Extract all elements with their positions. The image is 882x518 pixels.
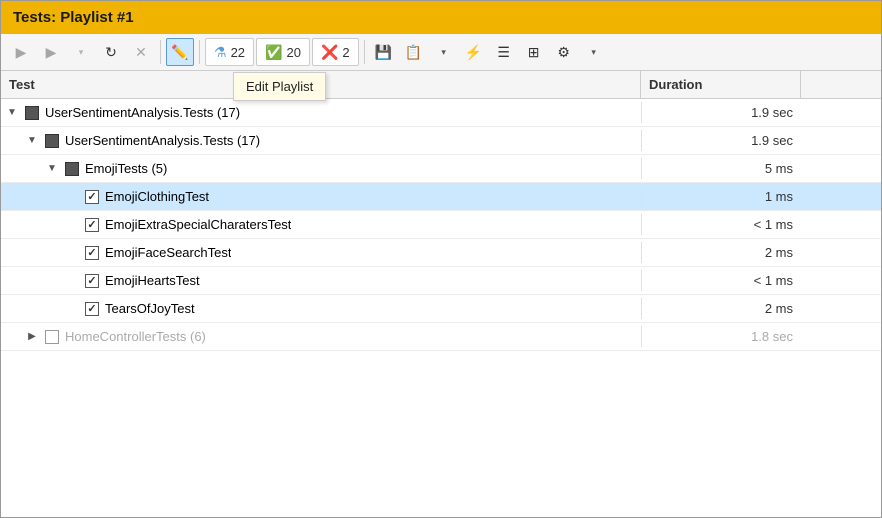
test-list[interactable]: ▼ UserSentimentAnalysis.Tests (17) 1.9 sec…	[1, 99, 881, 517]
duration-cell: 2 ms	[641, 298, 801, 319]
separator-2	[199, 40, 200, 64]
test-label: EmojiFaceSearchTest	[105, 245, 231, 260]
separator-1	[160, 40, 161, 64]
play-all-button[interactable]: ▶	[7, 38, 35, 66]
test-checkbox[interactable]: ✓	[85, 274, 99, 288]
duration-cell: 5 ms	[641, 158, 801, 179]
duration-cell: < 1 ms	[641, 270, 801, 291]
test-label: EmojiClothingTest	[105, 189, 209, 204]
list-button[interactable]: ☰	[490, 38, 518, 66]
chevron-down-icon: ▾	[79, 47, 84, 58]
play-button[interactable]: ▶	[37, 38, 65, 66]
rerun-button[interactable]: ↻	[97, 38, 125, 66]
stop-icon: ✕	[135, 44, 147, 61]
play-dropdown-button[interactable]: ▾	[67, 38, 95, 66]
test-cell: ✓ EmojiHeartsTest	[1, 270, 641, 291]
settings-dropdown-button[interactable]: ▾	[580, 38, 608, 66]
test-cell: ▼ EmojiTests (5)	[1, 158, 641, 179]
test-label: UserSentimentAnalysis.Tests (17)	[65, 133, 260, 148]
total-count: 22	[231, 45, 245, 60]
duration-cell: 1.9 sec	[641, 130, 801, 151]
duration-cell: 1.8 sec	[641, 326, 801, 347]
test-checkbox[interactable]: ✓	[85, 218, 99, 232]
test-checkbox[interactable]	[45, 134, 59, 148]
expand-icon[interactable]: ▶	[25, 330, 39, 344]
save-button[interactable]: 💾	[370, 38, 398, 66]
pencil-icon: ✏️	[171, 44, 188, 61]
table-row[interactable]: ✓ EmojiClothingTest 1 ms	[1, 183, 881, 211]
expand-icon[interactable]: ▼	[45, 162, 59, 176]
columns-icon: ⊞	[528, 44, 540, 61]
copy-dropdown-button[interactable]: ▾	[430, 38, 458, 66]
test-label: HomeControllerTests (6)	[65, 329, 206, 344]
copy-button[interactable]: 📋	[400, 38, 428, 66]
toolbar: ▶ ▶ ▾ ↻ ✕ ✏️ ⚗ 22 ✅ 20 ❌ 2	[1, 34, 881, 71]
duration-cell: 2 ms	[641, 242, 801, 263]
rerun-icon: ↻	[105, 44, 117, 61]
test-cell: ▶ HomeControllerTests (6)	[1, 326, 641, 347]
table-row[interactable]: ✓ EmojiHeartsTest < 1 ms	[1, 267, 881, 295]
save-icon: 💾	[375, 44, 392, 61]
flask-icon: ⚗	[214, 44, 227, 61]
test-label: EmojiHeartsTest	[105, 273, 200, 288]
settings-button[interactable]: ⚙	[550, 38, 578, 66]
gear-icon: ⚙	[557, 44, 570, 61]
test-cell: ▼ UserSentimentAnalysis.Tests (17)	[1, 130, 641, 151]
table-row[interactable]: ▼ UserSentimentAnalysis.Tests (17) 1.9 sec	[1, 127, 881, 155]
total-tests-button[interactable]: ⚗ 22	[205, 38, 254, 66]
test-explorer-content: Test Duration ▼ UserSentimentAnalysis.Tes…	[1, 71, 881, 517]
test-cell: ▼ UserSentimentAnalysis.Tests (17)	[1, 102, 641, 123]
columns-button[interactable]: ⊞	[520, 38, 548, 66]
test-checkbox[interactable]	[65, 162, 79, 176]
passed-tests-button[interactable]: ✅ 20	[256, 38, 310, 66]
duration-cell: < 1 ms	[641, 214, 801, 235]
table-header: Test Duration	[1, 71, 881, 99]
test-cell: ✓ EmojiExtraSpecialCharatersTest	[1, 214, 641, 235]
test-label: EmojiTests (5)	[85, 161, 167, 176]
title-bar: Tests: Playlist #1	[1, 1, 881, 34]
debug-button[interactable]: ⚡	[460, 38, 488, 66]
table-row[interactable]: ▶ HomeControllerTests (6) 1.8 sec	[1, 323, 881, 351]
duration-cell: 1 ms	[641, 186, 801, 207]
play-all-icon: ▶	[16, 44, 27, 61]
expand-icon[interactable]: ▼	[25, 134, 39, 148]
test-checkbox[interactable]: ✓	[85, 302, 99, 316]
check-circle-icon: ✅	[265, 44, 282, 61]
test-label: TearsOfJoyTest	[105, 301, 195, 316]
x-circle-icon: ❌	[321, 44, 338, 61]
debug-icon: ⚡	[465, 44, 482, 61]
test-checkbox[interactable]	[25, 106, 39, 120]
table-row[interactable]: ✓ EmojiExtraSpecialCharatersTest < 1 ms	[1, 211, 881, 239]
stop-button[interactable]: ✕	[127, 38, 155, 66]
edit-playlist-button[interactable]: ✏️	[166, 38, 194, 66]
table-row[interactable]: ▼ EmojiTests (5) 5 ms	[1, 155, 881, 183]
test-checkbox[interactable]: ✓	[85, 190, 99, 204]
main-window: Tests: Playlist #1 ▶ ▶ ▾ ↻ ✕ ✏️ ⚗ 22	[0, 0, 882, 518]
table-row[interactable]: ✓ TearsOfJoyTest 2 ms	[1, 295, 881, 323]
test-cell: ✓ EmojiFaceSearchTest	[1, 242, 641, 263]
list-icon: ☰	[497, 44, 510, 61]
table-row[interactable]: ▼ UserSentimentAnalysis.Tests (17) 1.9 sec	[1, 99, 881, 127]
separator-3	[364, 40, 365, 64]
failed-count: 2	[342, 45, 349, 60]
test-cell: ✓ EmojiClothingTest	[1, 186, 641, 207]
test-cell: ✓ TearsOfJoyTest	[1, 298, 641, 319]
failed-tests-button[interactable]: ❌ 2	[312, 38, 359, 66]
passed-count: 20	[286, 45, 300, 60]
chevron-down-icon-2: ▾	[441, 47, 446, 58]
edit-playlist-tooltip: Edit Playlist	[233, 72, 326, 101]
expand-icon[interactable]: ▼	[5, 106, 19, 120]
col-duration-header: Duration	[641, 71, 801, 98]
table-row[interactable]: ✓ EmojiFaceSearchTest 2 ms	[1, 239, 881, 267]
window-title: Tests: Playlist #1	[13, 9, 134, 26]
test-label: EmojiExtraSpecialCharatersTest	[105, 217, 291, 232]
duration-cell: 1.9 sec	[641, 102, 801, 123]
test-label: UserSentimentAnalysis.Tests (17)	[45, 105, 240, 120]
copy-icon: 📋	[405, 44, 422, 61]
play-icon: ▶	[46, 44, 57, 61]
col-extra-header	[801, 71, 881, 98]
chevron-down-icon-3: ▾	[591, 47, 596, 58]
test-checkbox[interactable]	[45, 330, 59, 344]
test-checkbox[interactable]: ✓	[85, 246, 99, 260]
